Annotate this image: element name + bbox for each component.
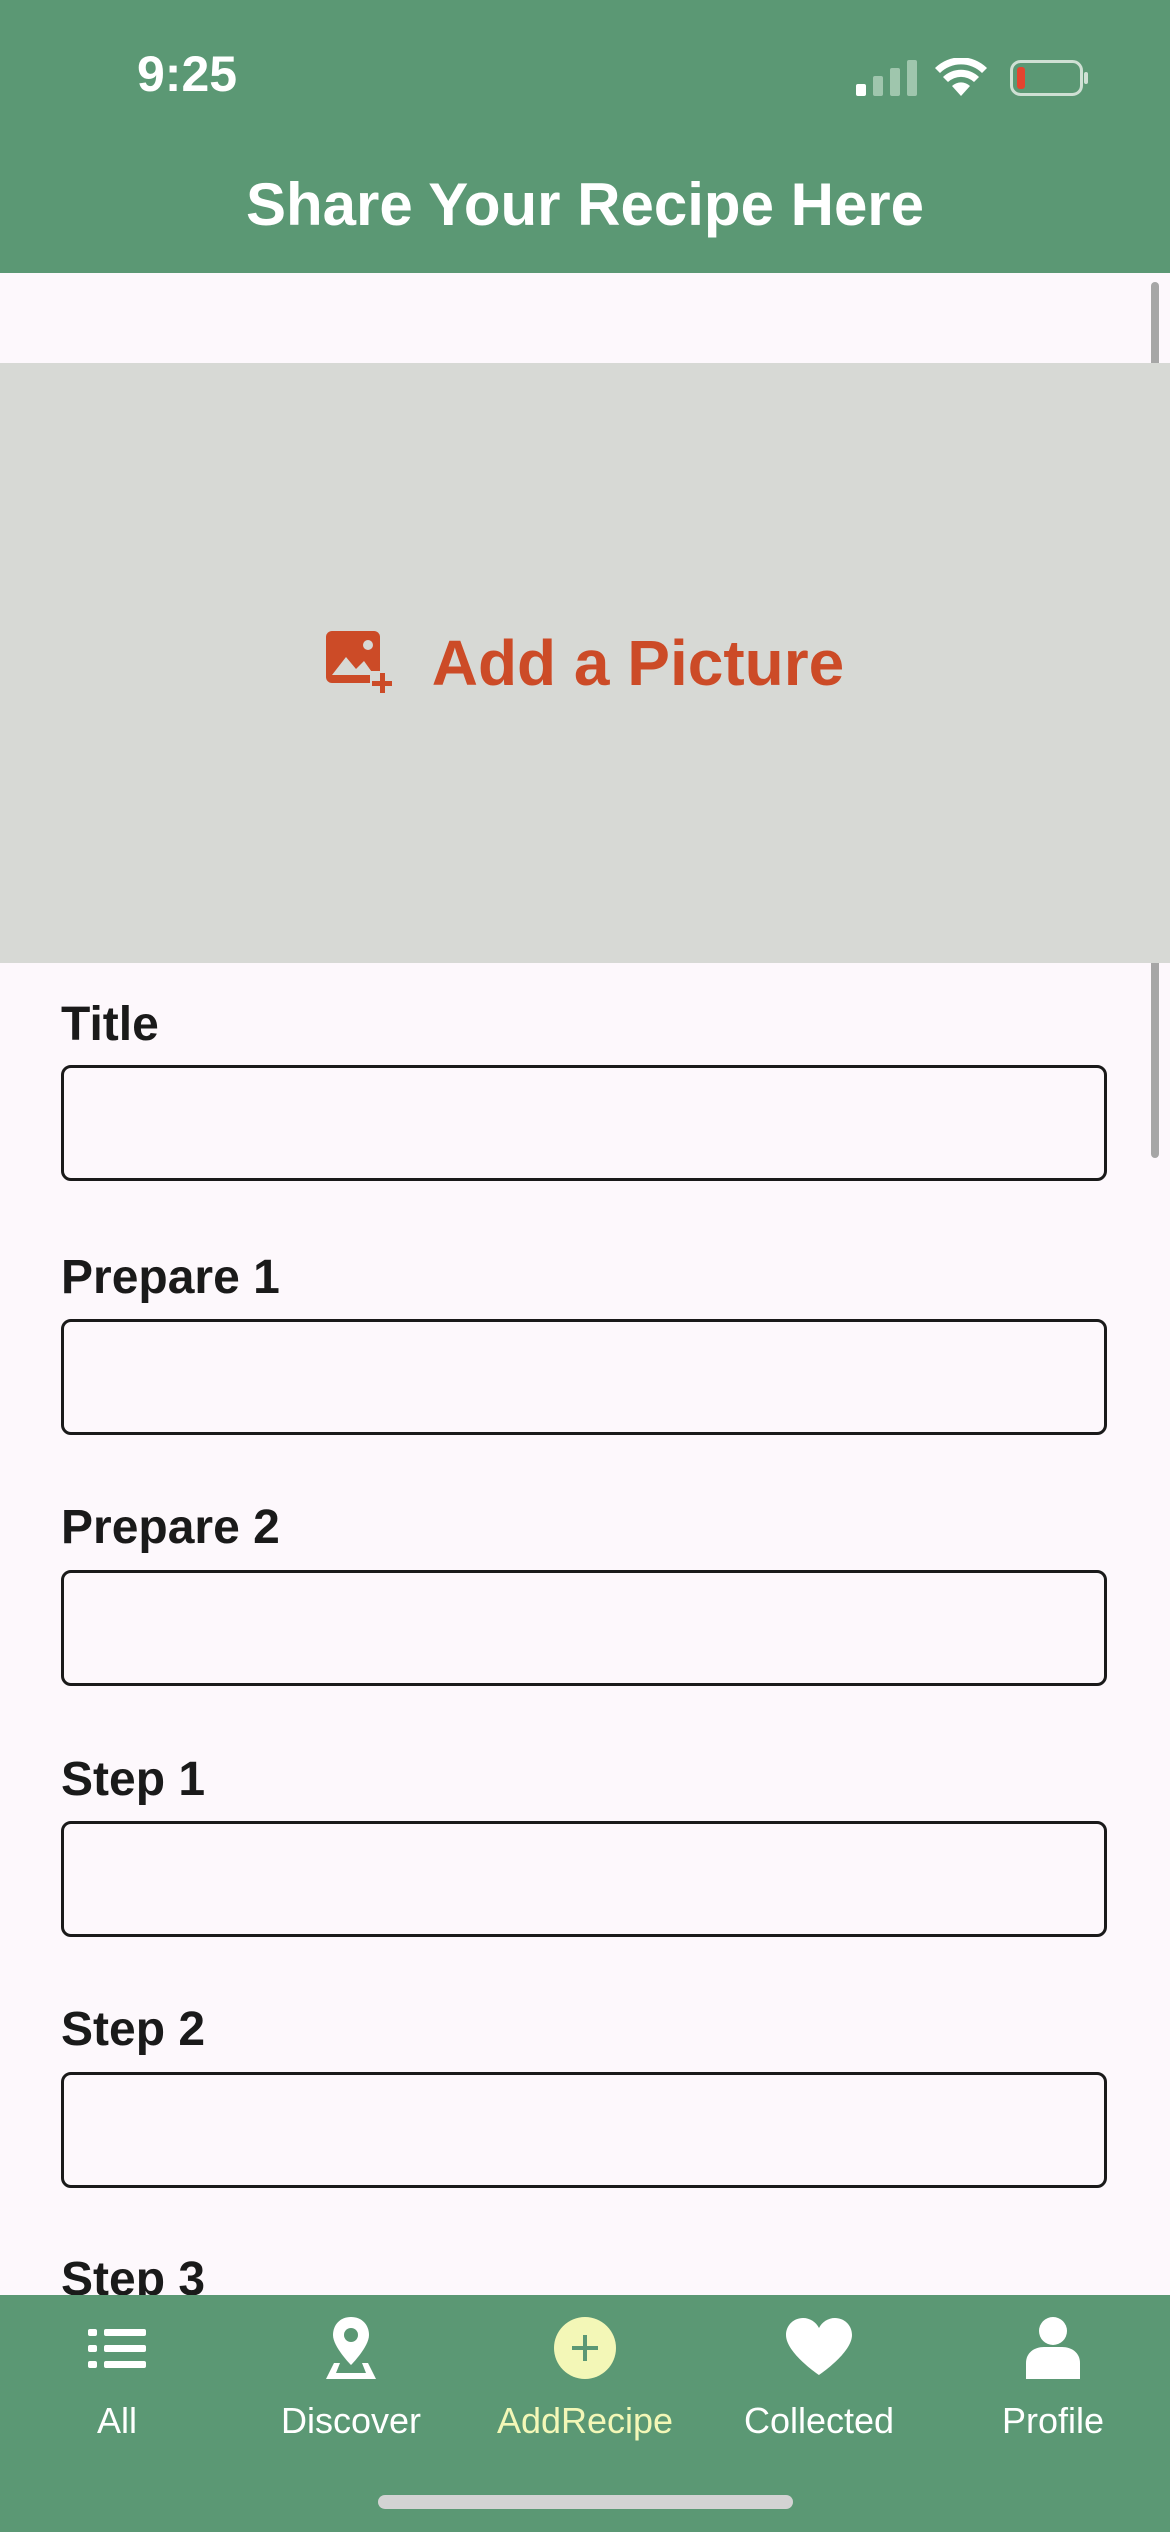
heart-icon bbox=[786, 2318, 852, 2375]
tab-addrecipe[interactable]: AddRecipe bbox=[468, 2295, 702, 2455]
tab-profile[interactable]: Profile bbox=[936, 2295, 1170, 2455]
tab-all-label: All bbox=[96, 2400, 137, 2441]
tab-addrecipe-label: AddRecipe bbox=[496, 2400, 674, 2441]
cellular-signal-icon bbox=[856, 60, 917, 96]
tab-profile-label: Profile bbox=[1001, 2400, 1105, 2441]
tab-discover[interactable]: Discover bbox=[234, 2295, 468, 2455]
tab-collected-label: Collected bbox=[743, 2400, 895, 2441]
home-indicator[interactable] bbox=[378, 2495, 793, 2509]
app-header: Share Your Recipe Here bbox=[0, 140, 1170, 273]
prepare-1-input[interactable] bbox=[61, 1319, 1107, 1435]
prepare-2-input[interactable] bbox=[61, 1570, 1107, 1686]
add-picture-label: Add a Picture bbox=[431, 627, 845, 699]
add-photo-icon bbox=[325, 631, 394, 695]
list-icon bbox=[88, 2329, 146, 2368]
wifi-icon bbox=[935, 58, 987, 96]
step-2-label: Step 2 bbox=[61, 2003, 206, 2056]
step-1-label: Step 1 bbox=[61, 1753, 206, 1806]
title-input[interactable] bbox=[61, 1065, 1107, 1181]
prepare-2-label: Prepare 2 bbox=[61, 1501, 280, 1554]
add-picture-button[interactable]: Add a Picture bbox=[0, 363, 1170, 963]
page-title: Share Your Recipe Here bbox=[245, 171, 925, 238]
status-time: 9:25 bbox=[137, 46, 238, 102]
tab-all[interactable]: All bbox=[0, 2295, 234, 2455]
tab-collected[interactable]: Collected bbox=[702, 2295, 936, 2455]
prepare-1-label: Prepare 1 bbox=[61, 1251, 280, 1304]
plus-circle-icon bbox=[554, 2317, 616, 2379]
step-1-input[interactable] bbox=[61, 1821, 1107, 1937]
map-pin-icon bbox=[326, 2317, 376, 2379]
step-2-input[interactable] bbox=[61, 2072, 1107, 2188]
tab-discover-label: Discover bbox=[280, 2400, 422, 2441]
status-bar: 9:25 bbox=[0, 0, 1170, 140]
title-label: Title bbox=[61, 998, 159, 1051]
battery-icon bbox=[1010, 60, 1088, 96]
person-icon bbox=[1026, 2317, 1080, 2379]
